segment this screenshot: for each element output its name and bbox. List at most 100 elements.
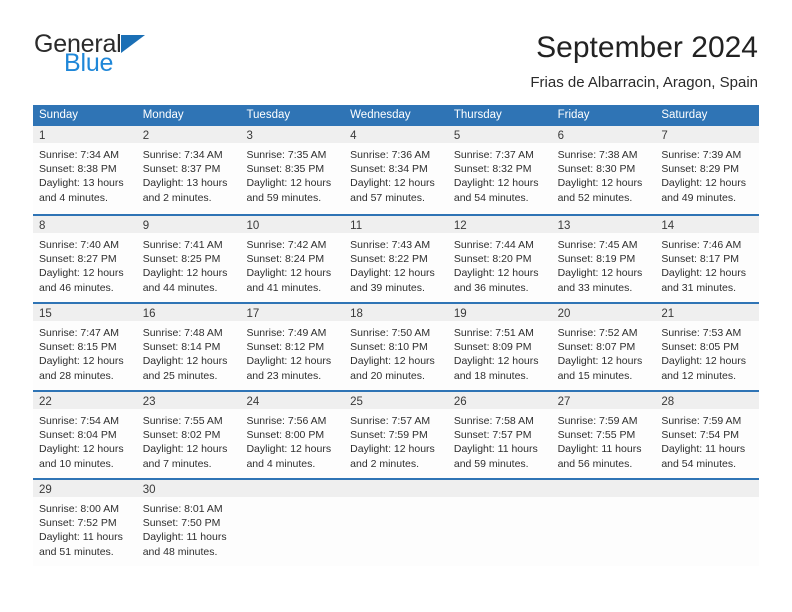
daylight-text-line1: Daylight: 12 hours — [453, 267, 539, 280]
triangle-icon — [120, 35, 145, 53]
sunset-text: Sunset: 8:24 PM — [246, 253, 325, 266]
calendar-day-cell[interactable]: 20 Sunrise: 7:52 AM Sunset: 8:07 PM Dayligh… — [551, 304, 656, 390]
calendar-day-cell[interactable]: 3 Sunrise: 7:35 AM Sunset: 8:35 PM Daylight… — [240, 126, 345, 214]
calendar-day-cell-empty — [551, 480, 656, 566]
calendar-day-cell[interactable]: 8 Sunrise: 7:40 AM Sunset: 8:27 PM Daylight… — [33, 216, 137, 302]
calendar-day-cell[interactable]: 17 Sunrise: 7:49 AM Sunset: 8:12 PM Dayligh… — [240, 304, 345, 390]
day-details: Sunrise: 7:37 AM Sunset: 8:32 PM Daylight:… — [448, 143, 552, 205]
daylight-text-line2: and 31 minutes. — [661, 281, 737, 294]
day-details: Sunrise: 7:35 AM Sunset: 8:35 PM Daylight:… — [240, 143, 344, 205]
sunrise-text: Sunrise: 7:43 AM — [350, 239, 431, 251]
day-number: 7 — [661, 130, 668, 142]
sunset-text: Sunset: 8:00 PM — [246, 429, 325, 442]
day-details: Sunrise: 8:00 AM Sunset: 7:52 PM Daylight:… — [33, 497, 137, 559]
calendar-day-cell[interactable]: 5 Sunrise: 7:37 AM Sunset: 8:32 PM Daylight… — [447, 126, 552, 214]
calendar-day-cell[interactable]: 22 Sunrise: 7:54 AM Sunset: 8:04 PM Dayligh… — [33, 392, 137, 478]
calendar-day-cell[interactable]: 23 Sunrise: 7:55 AM Sunset: 8:02 PM Dayligh… — [136, 392, 241, 478]
day-number-band: 27 — [551, 392, 656, 409]
day-number: 16 — [142, 308, 156, 320]
daylight-text-line2: and 4 minutes. — [246, 457, 316, 470]
weekday-header-sunday: Sunday — [39, 109, 79, 121]
day-number: 3 — [246, 130, 253, 142]
calendar-day-cell[interactable]: 21 Sunrise: 7:53 AM Sunset: 8:05 PM Dayligh… — [655, 304, 760, 390]
calendar-day-cell[interactable]: 24 Sunrise: 7:56 AM Sunset: 8:00 PM Dayligh… — [240, 392, 345, 478]
sunrise-text: Sunrise: 8:01 AM — [142, 503, 223, 515]
calendar-day-cell[interactable]: 14 Sunrise: 7:46 AM Sunset: 8:17 PM Dayligh… — [655, 216, 760, 302]
sunset-text: Sunset: 7:59 PM — [350, 429, 428, 442]
calendar-day-cell[interactable]: 15 Sunrise: 7:47 AM Sunset: 8:15 PM Dayligh… — [33, 304, 137, 390]
calendar-day-cell[interactable]: 19 Sunrise: 7:51 AM Sunset: 8:09 PM Dayligh… — [447, 304, 552, 390]
day-number-band — [344, 480, 448, 497]
day-number-band — [551, 480, 656, 497]
day-number: 18 — [350, 308, 363, 320]
day-details: Sunrise: 7:40 AM Sunset: 8:27 PM Daylight:… — [33, 233, 137, 295]
daylight-text-line2: and 54 minutes. — [661, 457, 737, 470]
daylight-text-line2: and 51 minutes. — [39, 545, 114, 558]
sunset-text: Sunset: 8:32 PM — [453, 163, 532, 176]
sunrise-text: Sunrise: 7:47 AM — [39, 327, 119, 339]
calendar-day-cell[interactable]: 12 Sunrise: 7:44 AM Sunset: 8:20 PM Dayligh… — [447, 216, 552, 302]
general-blue-logo[interactable]: General Blue — [34, 32, 145, 76]
day-number: 14 — [661, 220, 675, 232]
calendar-day-cell[interactable]: 7 Sunrise: 7:39 AM Sunset: 8:29 PM Daylight… — [655, 126, 760, 214]
daylight-text-line2: and 12 minutes. — [661, 369, 737, 382]
calendar-day-cell[interactable]: 10 Sunrise: 7:42 AM Sunset: 8:24 PM Dayligh… — [240, 216, 345, 302]
calendar-day-cell[interactable]: 30 Sunrise: 8:01 AM Sunset: 7:50 PM Dayligh… — [136, 480, 241, 566]
daylight-text-line2: and 15 minutes. — [557, 369, 633, 382]
daylight-text-line1: Daylight: 12 hours — [246, 443, 332, 456]
sunset-text: Sunset: 8:27 PM — [39, 253, 117, 266]
sunset-text: Sunset: 7:57 PM — [453, 429, 532, 442]
day-number-band — [447, 480, 552, 497]
day-details: Sunrise: 7:51 AM Sunset: 8:09 PM Daylight:… — [448, 321, 552, 383]
calendar-day-cell[interactable]: 11 Sunrise: 7:43 AM Sunset: 8:22 PM Dayligh… — [344, 216, 448, 302]
calendar-day-cell[interactable]: 4 Sunrise: 7:36 AM Sunset: 8:34 PM Daylight… — [344, 126, 448, 214]
sunrise-text: Sunrise: 7:36 AM — [350, 149, 431, 161]
sunrise-text: Sunrise: 7:45 AM — [557, 239, 638, 251]
daylight-text-line1: Daylight: 12 hours — [142, 267, 228, 280]
daylight-text-line1: Daylight: 12 hours — [453, 355, 539, 368]
calendar-table: Sunday Monday Tuesday Wednesday Thursday… — [33, 105, 760, 566]
calendar-day-cell[interactable]: 25 Sunrise: 7:57 AM Sunset: 7:59 PM Dayligh… — [344, 392, 448, 478]
calendar-day-cell[interactable]: 27 Sunrise: 7:59 AM Sunset: 7:55 PM Dayligh… — [551, 392, 656, 478]
day-details: Sunrise: 7:48 AM Sunset: 8:14 PM Daylight:… — [137, 321, 241, 383]
location-subtitle: Frias de Albarracin, Aragon, Spain — [530, 74, 758, 92]
daylight-text-line1: Daylight: 12 hours — [350, 267, 435, 280]
logo-text-blue: Blue — [64, 49, 114, 77]
calendar-day-cell[interactable]: 18 Sunrise: 7:50 AM Sunset: 8:10 PM Dayligh… — [344, 304, 448, 390]
day-number: 19 — [453, 308, 467, 320]
day-number: 28 — [661, 396, 675, 408]
sunset-text: Sunset: 8:09 PM — [453, 341, 532, 354]
sunrise-text: Sunrise: 7:48 AM — [142, 327, 223, 339]
day-details: Sunrise: 7:53 AM Sunset: 8:05 PM Daylight:… — [655, 321, 759, 383]
calendar-day-cell[interactable]: 1 Sunrise: 7:34 AM Sunset: 8:38 PM Daylight… — [33, 126, 137, 214]
calendar-day-cell[interactable]: 29 Sunrise: 8:00 AM Sunset: 7:52 PM Dayligh… — [33, 480, 137, 566]
sunset-text: Sunset: 8:22 PM — [350, 253, 428, 266]
day-number: 11 — [350, 220, 363, 232]
daylight-text-line1: Daylight: 12 hours — [39, 355, 124, 368]
weekday-header-friday: Friday — [557, 109, 590, 121]
day-number-band: 5 — [447, 126, 552, 143]
calendar-day-cell[interactable]: 13 Sunrise: 7:45 AM Sunset: 8:19 PM Dayligh… — [551, 216, 656, 302]
sunset-text: Sunset: 8:30 PM — [557, 163, 636, 176]
calendar-day-cell[interactable]: 26 Sunrise: 7:58 AM Sunset: 7:57 PM Dayligh… — [447, 392, 552, 478]
calendar-day-cell[interactable]: 28 Sunrise: 7:59 AM Sunset: 7:54 PM Dayligh… — [655, 392, 760, 478]
page-header: General Blue September 2024 Frias de Alb… — [0, 0, 792, 91]
calendar-day-cell[interactable]: 2 Sunrise: 7:34 AM Sunset: 8:37 PM Daylight… — [136, 126, 241, 214]
day-number-band: 13 — [551, 216, 656, 233]
sunrise-text: Sunrise: 7:55 AM — [142, 415, 223, 427]
daylight-text-line1: Daylight: 12 hours — [142, 355, 228, 368]
calendar-day-cell-empty — [240, 480, 345, 566]
calendar-day-cell[interactable]: 6 Sunrise: 7:38 AM Sunset: 8:30 PM Daylight… — [551, 126, 656, 214]
calendar-day-cell[interactable]: 16 Sunrise: 7:48 AM Sunset: 8:14 PM Dayligh… — [136, 304, 241, 390]
daylight-text-line2: and 2 minutes. — [142, 191, 212, 204]
day-number-band: 20 — [551, 304, 656, 321]
day-number-band: 25 — [344, 392, 448, 409]
day-details: Sunrise: 7:47 AM Sunset: 8:15 PM Daylight:… — [33, 321, 137, 383]
weekday-header-wednesday: Wednesday — [350, 109, 411, 121]
day-number: 25 — [350, 396, 363, 408]
calendar-day-cell[interactable]: 9 Sunrise: 7:41 AM Sunset: 8:25 PM Daylight… — [136, 216, 241, 302]
sunrise-text: Sunrise: 7:44 AM — [453, 239, 534, 251]
day-number: 23 — [142, 396, 156, 408]
sunset-text: Sunset: 8:20 PM — [453, 253, 532, 266]
daylight-text-line2: and 54 minutes. — [453, 191, 529, 204]
